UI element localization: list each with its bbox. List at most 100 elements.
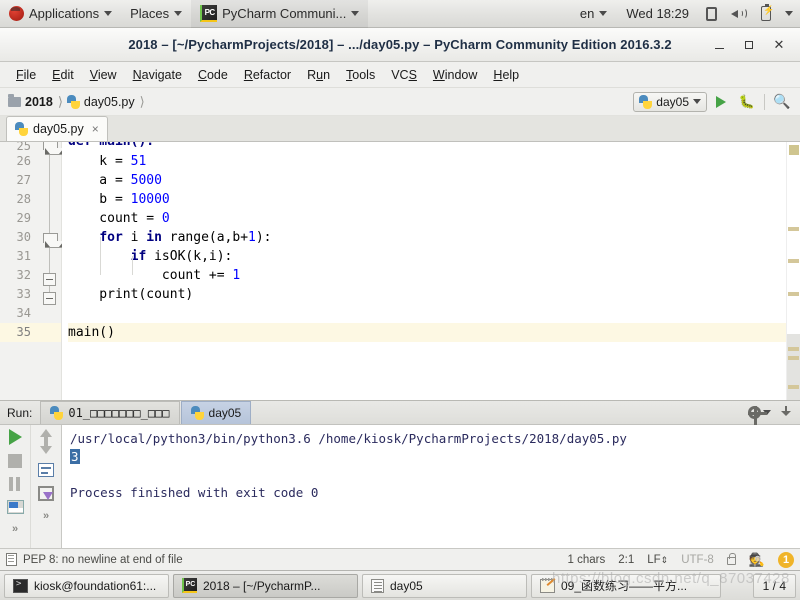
python-run-icon — [190, 406, 204, 420]
status-encoding[interactable]: UTF-8 — [681, 554, 714, 566]
breadcrumb-file[interactable]: day05.py — [66, 94, 138, 109]
pycharm-icon: PC — [200, 5, 218, 22]
close-icon[interactable]: × — [92, 122, 99, 136]
volume-icon[interactable] — [724, 7, 754, 20]
taskbar-item-pycharm[interactable]: PC 2018 – [~/PycharmP... — [173, 573, 358, 598]
fold-toggle-def-main[interactable] — [43, 142, 58, 153]
terminal-icon — [13, 578, 28, 593]
fold-toggle-if[interactable] — [43, 273, 56, 286]
person-icon[interactable]: 🕵 — [749, 553, 765, 566]
menu-help[interactable]: Help — [485, 65, 527, 85]
navigation-bar: 2018 ⟩ day05.py ⟩ day05 🐛 🔍 — [0, 88, 800, 116]
search-everywhere-button[interactable]: 🔍 — [770, 91, 794, 113]
menu-view[interactable]: View — [82, 65, 125, 85]
code-line-28: b = 10000 — [68, 192, 170, 207]
pycharm-icon: PC — [182, 578, 197, 593]
workspace-switcher[interactable]: 1 / 4 — [752, 573, 796, 598]
debug-button[interactable]: 🐛 — [735, 91, 759, 113]
clock[interactable]: Wed 18:29 — [616, 6, 699, 21]
status-caret-position[interactable]: 2:1 — [618, 554, 634, 566]
change-marker — [788, 356, 799, 360]
gnome-top-panel: Applications Places PC PyCharm Communi..… — [0, 0, 800, 28]
applications-menu[interactable]: Applications — [0, 0, 121, 28]
system-tray: en Wed 18:29 — [571, 0, 800, 28]
print-icon[interactable] — [6, 500, 24, 514]
menu-edit[interactable]: Edit — [44, 65, 82, 85]
code-line-30: for i in range(a,b+1): — [99, 230, 272, 245]
run-panel-header: Run: 01_□□□□□□□_□□□ day05 — [0, 401, 800, 425]
pycharm-window: 2018 – [~/PycharmProjects/2018] – .../da… — [0, 28, 800, 570]
change-marker — [788, 347, 799, 351]
menu-navigate[interactable]: Navigate — [125, 65, 190, 85]
status-badge[interactable]: 1 — [778, 551, 794, 568]
breadcrumb-project[interactable]: 2018 — [8, 93, 56, 109]
places-label: Places — [130, 6, 170, 21]
rerun-icon[interactable] — [8, 429, 22, 445]
gear-icon — [748, 406, 767, 425]
code-line-29: count = 0 — [68, 211, 170, 226]
hide-icon[interactable] — [779, 406, 792, 419]
menu-code[interactable]: Code — [190, 65, 236, 85]
run-button[interactable] — [709, 91, 733, 113]
taskbar-item-label: day05 — [390, 578, 423, 593]
maximize-button[interactable] — [734, 30, 764, 60]
lock-icon[interactable] — [726, 553, 737, 565]
inspection-marker[interactable] — [789, 145, 799, 155]
inspection-icon — [6, 553, 17, 566]
screen-icon[interactable] — [699, 6, 724, 21]
taskbar-item-terminal[interactable]: kiosk@foundation61:... — [4, 573, 169, 598]
editor-tab-day05[interactable]: day05.py × — [6, 116, 108, 141]
fold-toggle-for-loop[interactable] — [43, 233, 58, 246]
scroll-down-icon[interactable] — [40, 440, 52, 454]
menu-run[interactable]: Run — [299, 65, 338, 85]
run-tab-day05[interactable]: day05 — [180, 401, 252, 424]
chevron-down-icon — [104, 11, 113, 16]
editor-tab-strip: day05.py × — [0, 116, 800, 142]
expand-icon[interactable]: » — [12, 523, 18, 535]
breadcrumb-separator-icon: ⟩ — [57, 93, 63, 109]
soft-wrap-icon[interactable] — [38, 463, 54, 477]
taskbar-item-label: kiosk@foundation61:... — [34, 578, 157, 593]
menu-window[interactable]: Window — [425, 65, 485, 85]
export-icon[interactable] — [38, 486, 54, 501]
code-line-33: print(count) — [68, 287, 194, 302]
run-configuration-selector[interactable]: day05 — [633, 91, 707, 112]
fold-gutter — [39, 142, 61, 400]
run-icon — [716, 95, 726, 108]
python-config-icon — [639, 94, 653, 109]
menu-vcs[interactable]: VCS — [383, 65, 425, 85]
fold-toggle-print[interactable] — [43, 292, 56, 305]
menu-file[interactable]: File — [8, 65, 44, 85]
scroll-up-icon[interactable] — [40, 429, 52, 443]
menu-refactor[interactable]: Refactor — [236, 65, 299, 85]
run-tool-window: Run: 01_□□□□□□□_□□□ day05 » » /usr/local… — [0, 400, 800, 548]
expand-icon[interactable]: » — [43, 510, 49, 522]
editor-marker-bar[interactable] — [786, 142, 800, 400]
status-line-separator[interactable]: LF⇕ — [647, 554, 668, 566]
run-tab-01[interactable]: 01_□□□□□□□_□□□ — [40, 401, 180, 424]
battery-icon[interactable] — [754, 3, 778, 21]
taskbar-item-notepad[interactable]: 09_函数练习——平方... — [531, 573, 721, 598]
chevron-down-icon — [599, 11, 608, 16]
stop-icon[interactable] — [8, 454, 22, 468]
breadcrumb-separator-icon: ⟩ — [139, 93, 145, 109]
search-icon: 🔍 — [773, 93, 791, 109]
folder-icon — [8, 93, 21, 107]
close-button[interactable]: ✕ — [764, 30, 794, 60]
pause-icon[interactable] — [8, 477, 22, 491]
change-marker — [788, 227, 799, 231]
scrollbar-thumb[interactable] — [787, 334, 800, 400]
settings-button[interactable] — [748, 406, 771, 425]
code-editor: 25 26 27 28 29 30 31 32 33 34 35 k = 51 … — [0, 142, 800, 400]
keyboard-layout-indicator[interactable]: en — [571, 0, 616, 28]
run-console-output[interactable]: /usr/local/python3/bin/python3.6 /home/k… — [62, 425, 800, 548]
change-marker — [788, 259, 799, 263]
code-text-area[interactable]: def main(): k = 51 a = 5000 b = 10000 co… — [62, 142, 786, 400]
active-window-menu[interactable]: PC PyCharm Communi... — [191, 0, 369, 28]
minimize-button[interactable] — [704, 30, 734, 60]
menu-tools[interactable]: Tools — [338, 65, 383, 85]
places-menu[interactable]: Places — [121, 0, 191, 28]
taskbar-item-day05[interactable]: day05 — [362, 573, 527, 598]
system-menu-chevron-icon[interactable] — [778, 11, 800, 16]
